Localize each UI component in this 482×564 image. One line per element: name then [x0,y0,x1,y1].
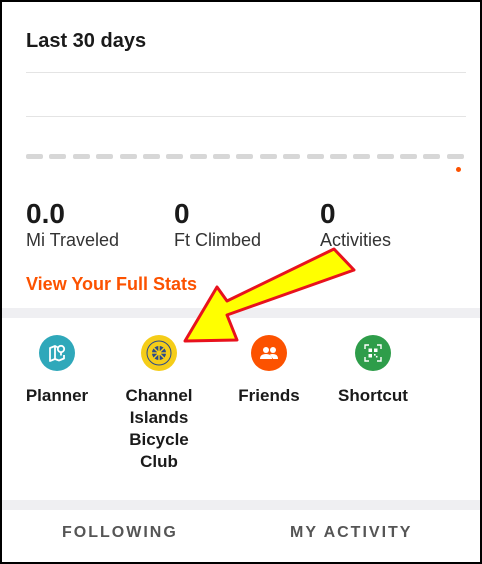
shortcut-label: Shortcut [338,386,408,405]
chart-dash [400,154,417,159]
shortcut-label-line: Club [140,452,178,471]
current-day-marker [456,167,461,172]
shortcut-channel-islands-bicycle-club[interactable]: Channel Islands Bicycle Club [104,335,214,473]
chart-dash [423,154,441,159]
chart-dash [213,154,230,159]
chart-dash [353,154,371,159]
chart-gridline [26,116,466,117]
chart-dash [72,154,90,159]
view-full-stats-link[interactable]: View Your Full Stats [26,274,197,295]
shortcut-label-line: Bicycle [129,430,189,449]
chart-dash [283,154,301,159]
map-pin-icon [39,335,75,371]
recent-stats-panel: Last 30 days 0.0 Mi Traveled 0 Ft Climbe… [0,0,482,564]
shortcut-planner[interactable]: Planner [2,335,112,407]
chart-dash [119,154,137,159]
chart-dash [446,154,464,159]
distance-value: 0.0 [26,198,65,229]
chart-dash [329,154,347,159]
chart-dash [306,154,324,159]
elevation-value: 0 [174,198,190,229]
tab-following[interactable]: FOLLOWING [62,524,178,542]
shortcut-label-line: Channel [125,386,193,405]
activity-chart-baseline [26,154,464,160]
shortcut-label: Friends [238,386,300,405]
shortcut-label: Planner [25,386,89,405]
shortcut-label-line: Islands [129,408,189,427]
activities-label: Activities [320,230,392,250]
chart-dash [96,154,114,159]
chart-dash [142,154,160,159]
chart-dash [26,154,43,159]
shortcut-friends[interactable]: Friends [214,335,324,407]
chart-gridline [26,72,466,73]
elevation-label: Ft Climbed [174,230,262,250]
activities-value: 0 [320,198,336,229]
chart-dash [49,154,67,159]
club-logo-icon [141,335,177,371]
section-divider [2,308,480,318]
chart-dash [259,154,277,159]
tab-my-activity[interactable]: MY ACTIVITY [290,524,412,542]
shortcut-label: Channel Islands Bicycle Club [104,385,214,473]
section-divider [2,500,480,510]
page-title: Last 30 days [26,30,147,52]
distance-label: Mi Traveled [26,230,120,250]
chart-dash [236,154,254,159]
chart-dash [166,154,184,159]
qr-code-icon [355,335,391,371]
chart-dash [189,154,207,159]
shortcut-shortcut[interactable]: Shortcut [318,335,428,407]
friends-icon [251,335,287,371]
chart-dash [376,154,394,159]
